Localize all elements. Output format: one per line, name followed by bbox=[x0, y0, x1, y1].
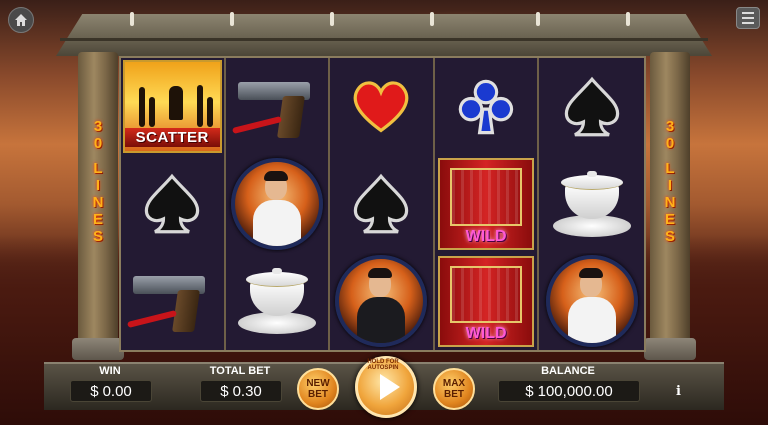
symbol-teacup bbox=[226, 253, 329, 350]
balance-value: 100,000.00 bbox=[537, 382, 613, 400]
win-label: WIN bbox=[99, 365, 121, 377]
balance-display: $ 100,000.00 bbox=[498, 380, 640, 402]
symbol-pistol bbox=[226, 58, 329, 155]
symbol-heart bbox=[330, 58, 433, 155]
new-bet-button[interactable]: NEW BET bbox=[297, 368, 339, 410]
max-bet-button[interactable]: MAX BET bbox=[433, 368, 475, 410]
wild-label: WILD bbox=[465, 324, 507, 342]
home-button[interactable] bbox=[8, 7, 34, 33]
home-icon bbox=[15, 14, 27, 26]
symbol-scatter: SCATTER bbox=[121, 58, 224, 155]
hero-portrait bbox=[230, 157, 323, 250]
scatter-art: SCATTER bbox=[123, 60, 222, 154]
balance-label: BALANCE bbox=[541, 365, 595, 377]
paylines-label-right: 30 LINES bbox=[664, 118, 676, 245]
reel-1: SCATTER bbox=[121, 58, 226, 350]
reel-4: WILD WILD bbox=[434, 58, 540, 350]
scatter-label: SCATTER bbox=[125, 128, 220, 148]
club-icon bbox=[458, 79, 514, 134]
spade-icon bbox=[354, 173, 409, 234]
symbol-spade bbox=[121, 155, 224, 252]
left-pillar-base bbox=[72, 338, 124, 360]
pistol-icon bbox=[231, 72, 322, 142]
heart-icon bbox=[354, 81, 409, 133]
wild-label: WILD bbox=[465, 227, 507, 245]
menu-button[interactable] bbox=[736, 7, 760, 29]
roof-peg bbox=[626, 12, 630, 26]
pistol-icon bbox=[127, 266, 217, 336]
hero-portrait bbox=[545, 255, 638, 348]
total-bet-display: $ 0.30 bbox=[200, 380, 282, 402]
reel-5 bbox=[539, 58, 644, 350]
symbol-teacup bbox=[539, 155, 644, 252]
symbol-spade bbox=[330, 155, 433, 252]
roof-peg bbox=[230, 12, 234, 26]
spade-icon bbox=[564, 76, 619, 136]
symbol-spade bbox=[539, 58, 644, 155]
reel-2 bbox=[225, 58, 331, 350]
right-pillar-base bbox=[644, 338, 696, 360]
reel-3 bbox=[330, 58, 435, 350]
paylines-label-left: 30 LINES bbox=[92, 118, 104, 245]
reel-grid: SCATTER WILD WILD bbox=[119, 56, 646, 352]
symbol-club bbox=[435, 58, 538, 155]
win-display: $ 0.00 bbox=[70, 380, 152, 402]
pavilion-roof bbox=[56, 14, 712, 56]
menu-icon bbox=[742, 12, 754, 14]
total-bet-label: TOTAL BET bbox=[209, 365, 271, 377]
roof-beam bbox=[60, 38, 708, 41]
teacup-icon bbox=[552, 170, 631, 237]
roof-peg bbox=[430, 12, 434, 26]
roof-peg bbox=[536, 12, 540, 26]
wild-art: WILD bbox=[437, 255, 535, 347]
wild-art: WILD bbox=[437, 158, 535, 250]
symbol-hero-white bbox=[226, 155, 329, 252]
play-icon bbox=[380, 374, 400, 400]
info-button[interactable]: i bbox=[676, 384, 681, 399]
autospin-hint: HOLD FOR AUTOSPIN bbox=[367, 359, 399, 371]
teacup-icon bbox=[237, 268, 316, 335]
total-bet-value: 0.30 bbox=[232, 382, 262, 400]
roof-peg bbox=[130, 12, 134, 26]
roof-peg bbox=[330, 12, 334, 26]
symbol-hero-dark bbox=[330, 253, 433, 350]
symbol-wild: WILD bbox=[435, 155, 538, 252]
win-value: 0.00 bbox=[102, 382, 132, 400]
spade-icon bbox=[145, 173, 200, 234]
symbol-pistol bbox=[121, 253, 224, 350]
symbol-wild: WILD bbox=[435, 253, 538, 350]
symbol-hero-white bbox=[539, 253, 644, 350]
villain-portrait bbox=[335, 255, 428, 348]
